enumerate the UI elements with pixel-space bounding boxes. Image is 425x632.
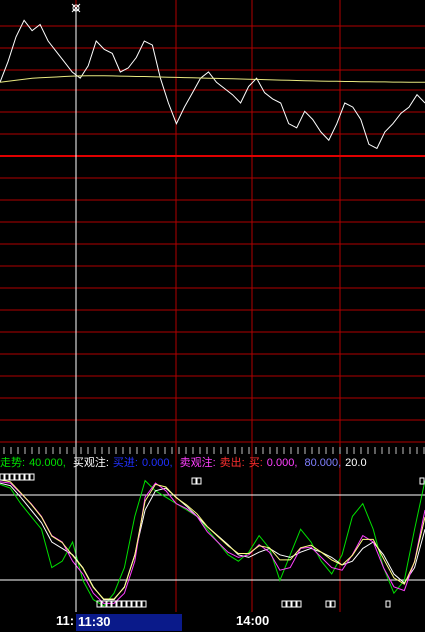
sell-out-value: 0.000,	[266, 457, 298, 469]
cursor-time-readout: 11:30	[76, 614, 182, 631]
trend-label: 走势:	[0, 457, 26, 469]
volume-tick-row	[3, 447, 425, 454]
buy-watch-label: 买观注:	[72, 457, 109, 469]
level-20-value: 20.0	[345, 457, 367, 469]
trend-value: 40.000,	[29, 457, 66, 469]
sell-out-label: 卖出:	[219, 457, 245, 469]
buy-in-value: 0.000,	[141, 457, 173, 469]
time-label-left: 11:	[56, 613, 75, 628]
time-label-1400: 14:00	[236, 613, 270, 628]
indicator-legend: 走势: 40.000, 买观注: 买进: 0.000, 卖观注: 卖出: 买: 0.000,…	[0, 456, 425, 471]
time-axis: 11: 14:00	[0, 612, 425, 632]
crosshair-marker-icon[interactable]	[71, 3, 81, 13]
level-80-value: 80.000,	[304, 457, 342, 469]
buy-in-label: 买进:	[112, 457, 138, 469]
sell-watch-label: 卖观注:	[179, 457, 216, 469]
sell-out-sub: 买:	[248, 457, 263, 469]
intraday-chart[interactable]	[0, 0, 425, 632]
